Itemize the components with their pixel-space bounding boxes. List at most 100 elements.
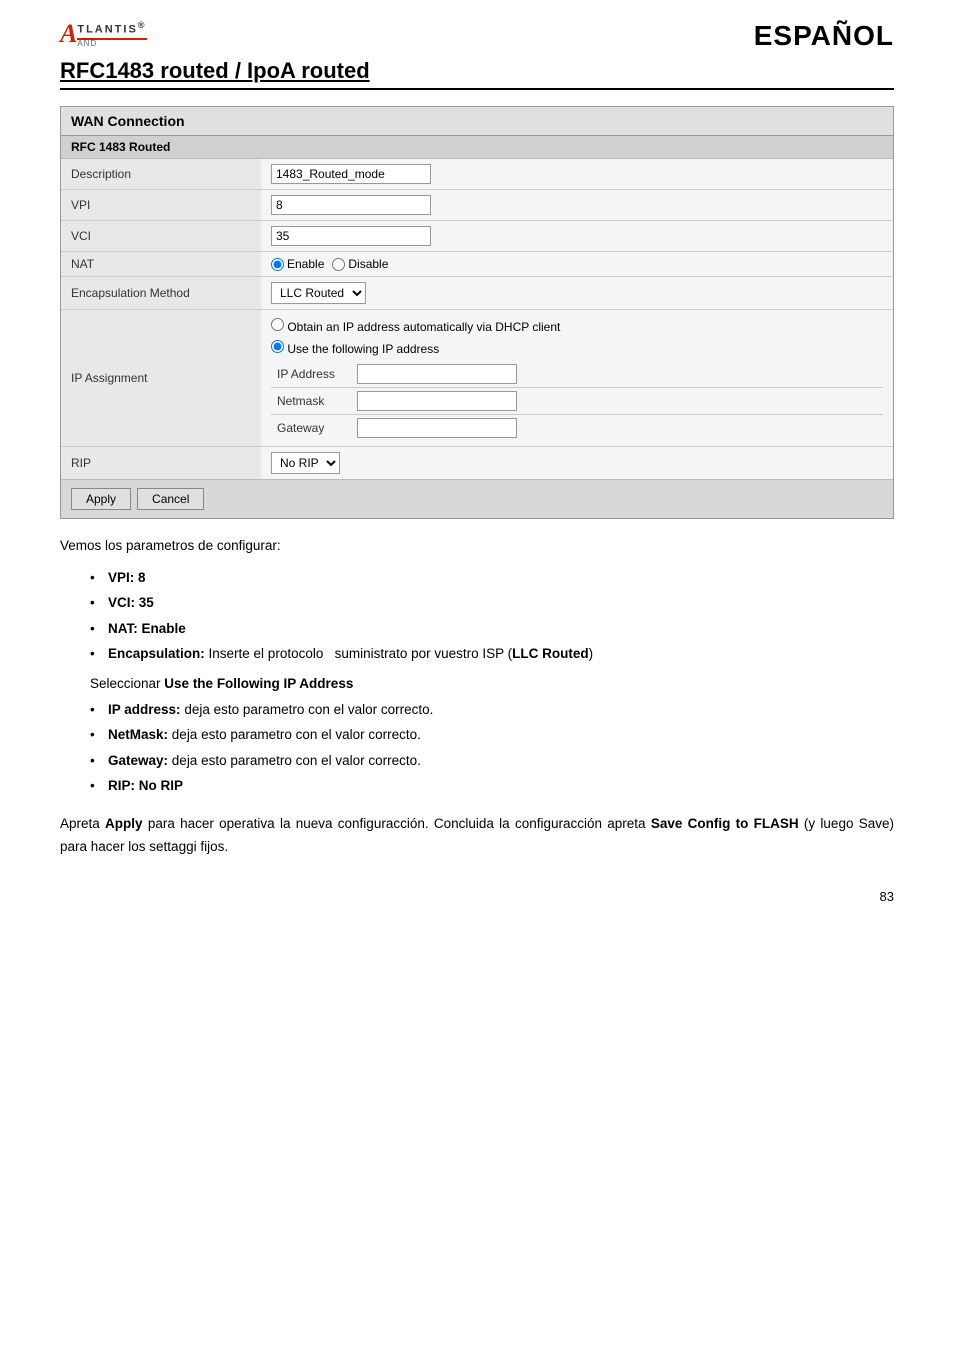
table-row: Encapsulation Method LLC Routed VC Mux (61, 277, 893, 310)
cancel-button[interactable]: Cancel (137, 488, 204, 510)
bullet-encap-text: Inserte el protocolo suministrato por vu… (209, 646, 513, 661)
wan-title: WAN Connection (61, 107, 893, 136)
page-title: RFC1483 routed / IpoA routed (60, 58, 894, 90)
vci-input[interactable] (271, 226, 431, 246)
bullet-encap-label: Encapsulation: (108, 646, 205, 661)
ip-dhcp-text: Obtain an IP address automatically via D… (287, 320, 560, 334)
seleccionar-line: Seleccionar Use the Following IP Address (90, 673, 894, 695)
ip-address-input[interactable] (357, 364, 517, 384)
vpi-input[interactable] (271, 195, 431, 215)
list-item: IP address: deja esto parametro con el v… (90, 699, 894, 721)
field-label-vci: VCI (61, 221, 261, 252)
netmask-label: Netmask (271, 388, 351, 415)
table-row: Description (61, 159, 893, 190)
bullet-list-2: IP address: deja esto parametro con el v… (90, 699, 894, 797)
field-value-description (261, 159, 893, 190)
apply-button[interactable]: Apply (71, 488, 131, 510)
gateway-value (351, 415, 883, 442)
ip-manual-label[interactable]: Use the following IP address (271, 342, 439, 356)
field-value-vpi (261, 190, 893, 221)
encapsulation-select[interactable]: LLC Routed VC Mux (271, 282, 366, 304)
ip-manual-radio[interactable] (271, 340, 284, 353)
ip-manual-text: Use the following IP address (287, 342, 439, 356)
table-row: NAT Enable Disable (61, 252, 893, 277)
bullet-encap-keyword: LLC Routed (512, 646, 589, 661)
netmask-row: Netmask (271, 388, 883, 415)
field-value-nat: Enable Disable (261, 252, 893, 277)
form-table: Description VPI VCI NAT (61, 159, 893, 479)
ip-dhcp-label[interactable]: Obtain an IP address automatically via D… (271, 320, 560, 334)
bullet-vci: VCI: 35 (108, 595, 154, 610)
gateway-row: Gateway (271, 415, 883, 442)
list-item: NetMask: deja esto parametro con el valo… (90, 724, 894, 746)
table-row: IP Assignment Obtain an IP address autom… (61, 310, 893, 447)
table-row: VCI (61, 221, 893, 252)
nat-enable-radio[interactable] (271, 258, 284, 271)
ip-option-manual: Use the following IP address (271, 337, 883, 359)
field-label-encapsulation: Encapsulation Method (61, 277, 261, 310)
logo-brand-text: TLANTIS (77, 24, 137, 36)
logo-icon: A (60, 21, 77, 47)
bullet-ip-text: deja esto parametro con el valor correct… (184, 702, 433, 717)
field-value-ip-assignment: Obtain an IP address automatically via D… (261, 310, 893, 447)
nat-enable-text: Enable (287, 257, 324, 271)
button-row: Apply Cancel (61, 479, 893, 518)
language-badge: ESPAÑOL (754, 20, 894, 52)
gateway-label: Gateway (271, 415, 351, 442)
ip-address-row: IP Address (271, 361, 883, 388)
closing-paragraph: Apreta Apply para hacer operativa la nue… (60, 813, 894, 859)
netmask-value (351, 388, 883, 415)
page-footer: 83 (60, 889, 894, 904)
list-item: VPI: 8 (90, 567, 894, 589)
table-row: VPI (61, 190, 893, 221)
bullet-vpi: VPI: 8 (108, 570, 146, 585)
ip-dhcp-radio[interactable] (271, 318, 284, 331)
field-label-vpi: VPI (61, 190, 261, 221)
nat-disable-label[interactable]: Disable (332, 257, 388, 271)
nat-enable-label[interactable]: Enable (271, 257, 324, 271)
bullet-ip-label: IP address: (108, 702, 181, 717)
bullet-nat: NAT: Enable (108, 621, 186, 636)
gateway-input[interactable] (357, 418, 517, 438)
logo-sup: ® (138, 20, 147, 30)
description-input[interactable] (271, 164, 431, 184)
ip-sub-table: IP Address Netmask Gateway (271, 361, 883, 441)
para-text1: Apreta (60, 816, 105, 831)
field-value-rip: No RIP RIP v1 RIP v2 (261, 447, 893, 480)
field-value-encapsulation: LLC Routed VC Mux (261, 277, 893, 310)
para-save: Save Config to FLASH (651, 816, 799, 831)
rip-select[interactable]: No RIP RIP v1 RIP v2 (271, 452, 340, 474)
logo: A TLANTIS® AND (60, 20, 147, 49)
nat-radio-group: Enable Disable (271, 257, 883, 271)
list-item: VCI: 35 (90, 592, 894, 614)
table-row: RIP No RIP RIP v1 RIP v2 (61, 447, 893, 480)
page-header: A TLANTIS® AND ESPAÑOL (60, 20, 894, 52)
field-label-description: Description (61, 159, 261, 190)
logo-brand: TLANTIS® AND (77, 20, 146, 49)
list-item: NAT: Enable (90, 618, 894, 640)
field-label-rip: RIP (61, 447, 261, 480)
nat-disable-radio[interactable] (332, 258, 345, 271)
bullet-netmask-label: NetMask: (108, 727, 168, 742)
seleccionar-bold: Use the Following IP Address (164, 676, 353, 691)
seleccionar-text: Seleccionar (90, 676, 164, 691)
logo-brand-name: TLANTIS® (77, 20, 146, 36)
list-item: Encapsulation: Inserte el protocolo sumi… (90, 643, 894, 665)
wan-connection-box: WAN Connection RFC 1483 Routed Descripti… (60, 106, 894, 519)
list-item: Gateway: deja esto parametro con el valo… (90, 750, 894, 772)
field-label-nat: NAT (61, 252, 261, 277)
ip-address-label: IP Address (271, 361, 351, 388)
field-value-vci (261, 221, 893, 252)
bullet-gateway-text: deja esto parametro con el valor correct… (172, 753, 421, 768)
bullet-gateway-label: Gateway: (108, 753, 168, 768)
para-text2: para hacer operativa la nueva configurac… (143, 816, 651, 831)
field-label-ip-assignment: IP Assignment (61, 310, 261, 447)
netmask-input[interactable] (357, 391, 517, 411)
ip-option-dhcp: Obtain an IP address automatically via D… (271, 315, 883, 337)
page-number: 83 (880, 889, 894, 904)
bullet-rip: RIP: No RIP (108, 778, 183, 793)
body-intro: Vemos los parametros de configurar: (60, 535, 894, 557)
bullet-netmask-text: deja esto parametro con el valor correct… (172, 727, 421, 742)
para-apply: Apply (105, 816, 143, 831)
nat-disable-text: Disable (348, 257, 388, 271)
